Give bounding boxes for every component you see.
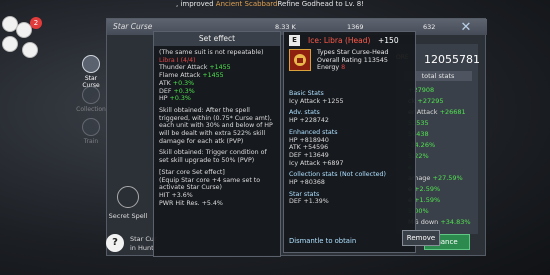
item-detail-panel: E Ice: Libra (Head) +150 Types Star Curs… <box>283 31 416 253</box>
resource-amount-2: 1369 <box>347 23 364 31</box>
item-stats: Basic Stats Icy Attack +1255 Adv. stats … <box>289 90 413 206</box>
tab-collection[interactable]: Collection <box>76 86 106 113</box>
secret-spell-label: Secret Spell <box>108 212 148 220</box>
set-stat: Thunder Attack +1455 <box>159 64 231 72</box>
item-type: Types Star Curse-Head <box>317 49 389 56</box>
set-effect-panel: Set effect (The same suit is not repeata… <box>153 31 281 257</box>
adv-stats-title: Adv. stats <box>289 109 320 117</box>
set-stat: ATK +0.3% <box>159 79 195 87</box>
set-name: Libra I (4/4) <box>159 56 196 64</box>
basic-stats-title: Basic Stats <box>289 90 324 97</box>
basic-stat: Icy Attack +1255 <box>289 97 344 105</box>
dismantle-label: Dismantle to obtain <box>289 237 357 245</box>
item-rating: Overall Rating 113545 <box>317 56 388 64</box>
tab-train[interactable]: Train <box>76 118 106 145</box>
tab-star-curse[interactable]: Star Curse <box>76 55 106 89</box>
ticker-prefix: , improved <box>176 0 214 8</box>
set-skill-2: Skill obtained: Trigger condition of set… <box>159 149 267 165</box>
enhanced-stat: HP +818940 <box>289 136 329 144</box>
star-core-hit: HIT +3.6% <box>159 191 193 199</box>
item-info: Types Star Curse-Head Overall Rating 113… <box>317 49 389 72</box>
item-name: Ice: Libra (Head) <box>308 36 371 45</box>
total-stat-line: amage +27.59% <box>408 174 463 182</box>
set-note: (The same suit is not repeatable) <box>159 49 264 56</box>
secret-spell-icon <box>117 186 139 208</box>
avatar[interactable] <box>2 36 18 52</box>
set-stat: HP +0.3% <box>159 95 191 103</box>
close-icon[interactable]: ✕ <box>459 21 473 35</box>
star-curse-icon <box>82 55 100 73</box>
set-stat: DEF +0.3% <box>159 87 195 95</box>
set-stats-list: Thunder Attack +1455 Flame Attack +1455 AT… <box>159 64 277 103</box>
item-enhance-level: +150 <box>378 36 399 45</box>
set-effect-body: (The same suit is not repeatable) Libra … <box>159 49 277 207</box>
tab-label: Train <box>83 138 99 145</box>
train-icon <box>82 118 100 136</box>
set-stat: Flame Attack +1455 <box>159 72 224 80</box>
enhanced-stat: DEF +13649 <box>289 151 329 159</box>
set-effect-title: Set effect <box>154 32 280 46</box>
ticker-item: Ancient Scabbard <box>215 0 278 8</box>
total-stat-line: er Attack +26681 <box>408 108 466 116</box>
rank-badge: E <box>289 35 300 46</box>
tab-label: Collection <box>76 106 106 113</box>
resource-amount-3: 632 <box>423 23 436 31</box>
collection-stat: HP +80368 <box>289 179 325 187</box>
overall-score: 12055781 <box>424 53 480 66</box>
resource-amount-1: 8.33 K <box>275 23 296 31</box>
set-skill-1: Skill obtained: After the spell triggere… <box>159 106 273 145</box>
star-stat: DEF +1.39% <box>289 198 329 206</box>
remove-button[interactable]: Remove <box>402 230 440 246</box>
adv-stat: HP +228742 <box>289 117 329 125</box>
collection-stats-title: Collection stats (Not collected) <box>289 171 386 179</box>
star-core-desc: (Equip Star core +4 same set to activate… <box>159 176 261 192</box>
system-ticker: , improved Ancient ScabbardRefine Godhea… <box>176 0 364 12</box>
help-button[interactable]: ? <box>106 234 124 252</box>
enhanced-stat: Icy Attack +6897 <box>289 159 344 167</box>
star-core-pwr: PWR Hit Res. +5.4% <box>159 199 223 207</box>
avatar[interactable] <box>22 42 38 58</box>
helmet-icon <box>289 49 311 71</box>
notification-badge: 2 <box>30 17 42 29</box>
total-stat-line: MG down +34.83% <box>408 218 471 226</box>
window-title: Star Curse <box>113 22 153 31</box>
star-core-heading: [Star core Set effect] <box>159 168 225 176</box>
star-stats-title: Star stats <box>289 190 320 198</box>
secret-spell-button[interactable]: Secret Spell <box>106 186 150 220</box>
enhanced-stats-title: Enhanced stats <box>289 128 338 136</box>
ticker-suffix: Refine Godhead to Lv. 8! <box>277 0 365 8</box>
item-energy: Energy 8 <box>317 64 346 72</box>
enhanced-stat: ATK +54596 <box>289 144 329 152</box>
collection-icon <box>82 86 100 104</box>
